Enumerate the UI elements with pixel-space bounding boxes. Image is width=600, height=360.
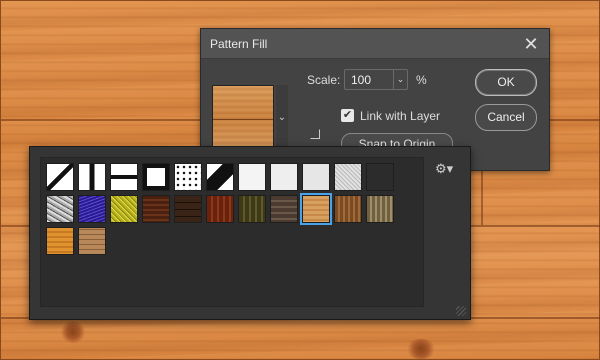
scale-unit: % — [416, 73, 427, 87]
pattern-swatch-wood-orange[interactable] — [46, 227, 74, 255]
pattern-picker-panel: ⚙▾ — [29, 146, 471, 320]
pattern-swatch-dots[interactable] — [174, 163, 202, 191]
pattern-swatch-wood-tan[interactable] — [366, 195, 394, 223]
snap-icon — [310, 129, 320, 139]
pattern-swatch-grid — [40, 157, 424, 307]
pattern-swatch-wood-olive[interactable] — [238, 195, 266, 223]
wood-knot — [406, 339, 436, 359]
pattern-swatch-wood-dark[interactable] — [142, 195, 170, 223]
pattern-swatch-noise[interactable] — [334, 163, 362, 191]
link-with-layer-label[interactable]: Link with Layer — [360, 109, 440, 123]
pattern-swatch-purple[interactable] — [78, 195, 106, 223]
resize-grip-icon[interactable] — [456, 306, 466, 316]
pattern-swatch-granite[interactable] — [46, 195, 74, 223]
pattern-swatch-wood-brown[interactable] — [334, 195, 362, 223]
scale-input[interactable]: 100 ⌄ — [344, 69, 408, 90]
pattern-swatch-diag-line[interactable] — [46, 163, 74, 191]
pattern-swatch-white2[interactable] — [270, 163, 298, 191]
pattern-swatch-wood-red[interactable] — [206, 195, 234, 223]
scale-label: Scale: — [307, 73, 341, 87]
ok-button[interactable]: OK — [475, 69, 537, 96]
close-icon[interactable]: ✕ — [521, 34, 541, 54]
pattern-swatch-white3[interactable] — [302, 163, 330, 191]
dialog-titlebar[interactable]: Pattern Fill ✕ — [201, 29, 549, 59]
pattern-preview[interactable] — [212, 85, 274, 151]
pattern-swatch-horiz-bar[interactable] — [110, 163, 138, 191]
chevron-down-icon[interactable]: ⌄ — [276, 85, 288, 151]
pattern-swatch-diag-thick[interactable] — [206, 163, 234, 191]
cancel-button[interactable]: Cancel — [475, 104, 537, 131]
gear-icon[interactable]: ⚙▾ — [435, 161, 453, 177]
wood-knot — [61, 321, 85, 343]
dialog-title: Pattern Fill — [210, 37, 268, 51]
pattern-swatch-wood-gray[interactable] — [270, 195, 298, 223]
scale-value[interactable]: 100 — [351, 73, 371, 87]
pattern-swatch-yellow[interactable] — [110, 195, 138, 223]
pattern-swatch-white[interactable] — [238, 163, 266, 191]
pattern-swatch-wood-light[interactable] — [300, 193, 332, 225]
pattern-swatch-frame[interactable] — [142, 163, 170, 191]
pattern-swatch-concentric[interactable] — [366, 163, 394, 191]
pattern-swatch-parquet[interactable] — [78, 227, 106, 255]
link-with-layer-checkbox[interactable]: ✔ — [341, 109, 354, 122]
pattern-swatch-vert-bar[interactable] — [78, 163, 106, 191]
chevron-down-icon[interactable]: ⌄ — [393, 70, 407, 89]
pattern-swatch-wood-planks[interactable] — [174, 195, 202, 223]
